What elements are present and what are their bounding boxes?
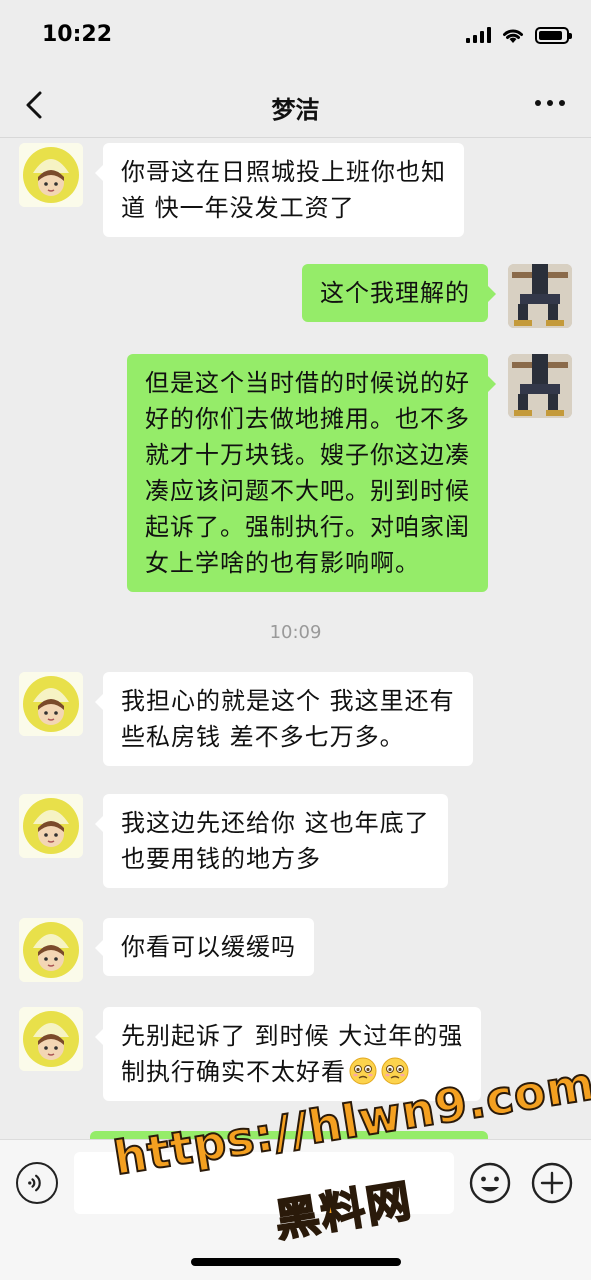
cartoon-avatar-icon bbox=[19, 143, 83, 207]
message-timestamp: 10:09 bbox=[269, 622, 322, 643]
contact-avatar[interactable] bbox=[19, 1007, 83, 1071]
message-list[interactable]: 你哥这在日照城投上班你也知 道 快一年没发工资了 这个我理解的 但是这个当时借的… bbox=[0, 139, 591, 1139]
message-bubble[interactable]: 我担心的就是这个 我这里还有 些私房钱 差不多七万多。 bbox=[95, 672, 473, 766]
self-avatar[interactable] bbox=[508, 354, 572, 418]
wifi-icon bbox=[503, 29, 523, 43]
chat-header: 梦洁 bbox=[0, 72, 591, 138]
plus-icon[interactable] bbox=[531, 1162, 573, 1204]
chat-title: 梦洁 bbox=[271, 96, 320, 124]
smile-icon[interactable] bbox=[469, 1162, 511, 1204]
self-avatar[interactable] bbox=[508, 264, 572, 328]
message-bubble[interactable]: 你看可以缓缓吗 bbox=[95, 918, 314, 976]
battery-icon bbox=[535, 26, 572, 44]
battery-fill bbox=[539, 30, 563, 40]
status-icons bbox=[466, 26, 572, 44]
cartoon-avatar-icon bbox=[19, 672, 83, 736]
message-bubble[interactable]: 我这边先还给你 这也年底了 也要用钱的地方多 bbox=[95, 794, 448, 888]
photo-avatar-icon bbox=[508, 264, 572, 328]
voice-icon[interactable] bbox=[16, 1162, 58, 1204]
message-bubble-partial[interactable] bbox=[90, 1131, 488, 1139]
pleading-face-emoji bbox=[381, 1057, 409, 1085]
contact-avatar[interactable] bbox=[19, 672, 83, 736]
status-time: 10:22 bbox=[42, 22, 113, 47]
message-bubble[interactable]: 这个我理解的 bbox=[302, 264, 496, 322]
contact-avatar[interactable] bbox=[19, 143, 83, 207]
contact-avatar[interactable] bbox=[19, 918, 83, 982]
cartoon-avatar-icon bbox=[19, 1007, 83, 1071]
more-dots-icon[interactable] bbox=[535, 100, 565, 106]
contact-avatar[interactable] bbox=[19, 794, 83, 858]
cartoon-avatar-icon bbox=[19, 794, 83, 858]
message-input[interactable] bbox=[74, 1152, 454, 1214]
message-bubble[interactable]: 但是这个当时借的时候说的好 好的你们去做地摊用。也不多 就才十万块钱。嫂子你这边… bbox=[127, 354, 496, 592]
photo-avatar-icon bbox=[508, 354, 572, 418]
pleading-face-emoji bbox=[349, 1057, 377, 1085]
cellular-signal-icon bbox=[466, 27, 491, 43]
home-indicator[interactable] bbox=[191, 1258, 401, 1266]
status-bar: 10:22 bbox=[0, 0, 591, 72]
cartoon-avatar-icon bbox=[19, 918, 83, 982]
message-text: 先别起诉了 到时候 大过年的强 制执行确实不太好看 bbox=[121, 1022, 464, 1086]
message-bubble[interactable]: 先别起诉了 到时候 大过年的强 制执行确实不太好看 bbox=[94, 1007, 482, 1101]
message-bubble[interactable]: 你哥这在日照城投上班你也知 道 快一年没发工资了 bbox=[95, 143, 464, 237]
